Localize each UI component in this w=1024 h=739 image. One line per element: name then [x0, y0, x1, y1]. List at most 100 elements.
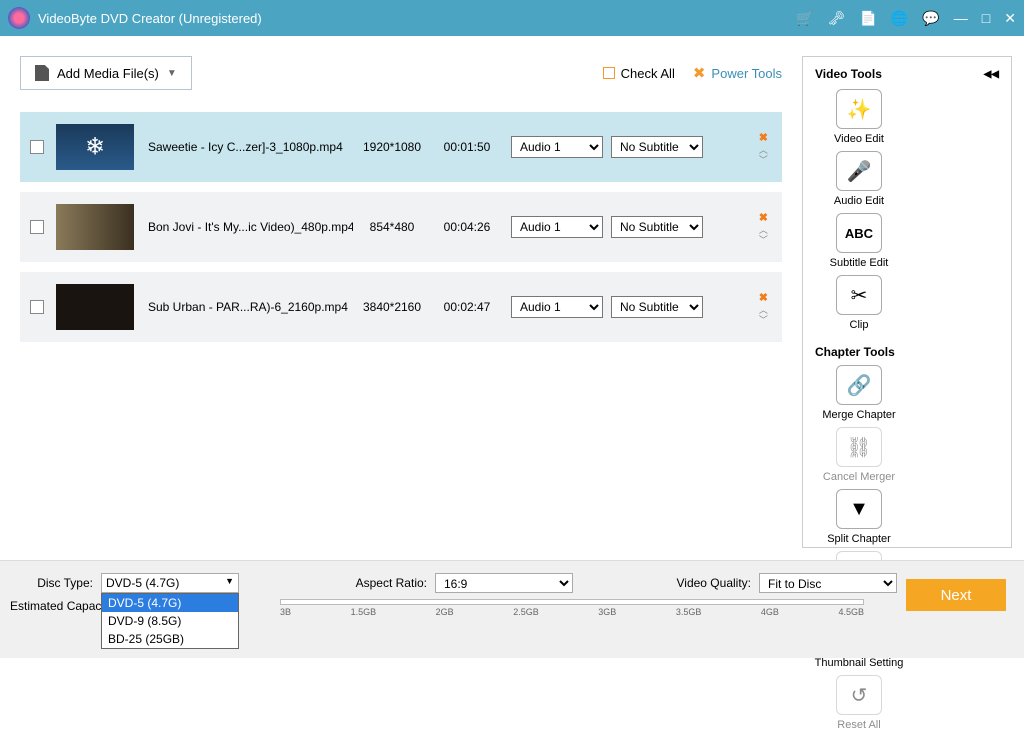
tool-reset-all: ↺ Reset All — [813, 675, 905, 731]
move-down-icon[interactable]: ﹀ — [759, 236, 768, 244]
key-icon[interactable]: 🗝 — [828, 10, 846, 27]
file-row[interactable]: Sub Urban - PAR...RA)-6_2160p.mp4 3840*2… — [20, 272, 782, 342]
capacity-tick: 3.5GB — [676, 607, 702, 617]
close-icon[interactable]: ✕ — [1004, 10, 1016, 27]
wrench-icon: ✖ — [693, 64, 706, 82]
capacity-tick: 2.5GB — [513, 607, 539, 617]
tool-icon: ▼ — [836, 489, 882, 529]
tool-icon: ABC — [836, 213, 882, 253]
tool-icon: ↺ — [836, 675, 882, 715]
file-icon — [35, 65, 49, 81]
tool-icon: 🎤 — [836, 151, 882, 191]
globe-icon[interactable]: 🌐 — [891, 10, 908, 27]
file-name: Saweetie - Icy C...zer]-3_1080p.mp4 — [148, 140, 353, 154]
remove-icon[interactable]: ✖ — [759, 131, 768, 144]
file-name: Bon Jovi - It's My...ic Video)_480p.mp4 — [148, 220, 353, 234]
remove-icon[interactable]: ✖ — [759, 291, 768, 304]
aspect-ratio-label: Aspect Ratio: — [297, 576, 427, 590]
add-media-button[interactable]: Add Media File(s) ▼ — [20, 56, 192, 90]
feedback-icon[interactable]: 💬 — [922, 10, 939, 27]
disc-option[interactable]: DVD-9 (8.5G) — [102, 612, 238, 630]
tool-merge-chapter[interactable]: 🔗 Merge Chapter — [813, 365, 905, 421]
audio-select[interactable]: Audio 1 — [511, 136, 603, 158]
disc-type-dropdown: DVD-5 (4.7G) DVD-9 (8.5G) BD-25 (25GB) — [101, 593, 239, 649]
duration: 00:02:47 — [431, 300, 503, 314]
tool-label: Subtitle Edit — [830, 257, 889, 269]
app-logo-icon — [8, 7, 30, 29]
duration: 00:01:50 — [431, 140, 503, 154]
resolution: 3840*2160 — [353, 300, 431, 314]
tool-cancel-merger: ⛓ Cancel Merger — [813, 427, 905, 483]
duration: 00:04:26 — [431, 220, 503, 234]
tool-icon: ✨ — [836, 89, 882, 129]
power-tools-button[interactable]: ✖ Power Tools — [693, 64, 782, 82]
capacity-bar — [280, 599, 864, 605]
remove-icon[interactable]: ✖ — [759, 211, 768, 224]
row-checkbox[interactable] — [30, 300, 44, 314]
capacity-tick: 1.5GB — [351, 607, 377, 617]
checkbox-icon — [603, 67, 615, 79]
tool-icon: 🔗 — [836, 365, 882, 405]
next-button[interactable]: Next — [906, 579, 1006, 611]
tool-label: Thumbnail Setting — [815, 657, 904, 669]
tool-label: Cancel Merger — [823, 471, 895, 483]
disc-option[interactable]: BD-25 (25GB) — [102, 630, 238, 648]
audio-select[interactable]: Audio 1 — [511, 216, 603, 238]
capacity-tick: 2GB — [436, 607, 454, 617]
tool-label: Merge Chapter — [822, 409, 895, 421]
file-name: Sub Urban - PAR...RA)-6_2160p.mp4 — [148, 300, 353, 314]
tool-split-chapter[interactable]: ▼ Split Chapter — [813, 489, 905, 545]
minimize-icon[interactable]: — — [954, 10, 968, 26]
tool-label: Video Edit — [834, 133, 884, 145]
tool-subtitle-edit[interactable]: ABC Subtitle Edit — [813, 213, 905, 269]
window-title: VideoByte DVD Creator (Unregistered) — [38, 11, 796, 26]
cart-icon[interactable]: 🛒 — [796, 10, 813, 27]
tool-label: Split Chapter — [827, 533, 891, 545]
resolution: 1920*1080 — [353, 140, 431, 154]
disc-type-select[interactable]: DVD-5 (4.7G)▼ — [101, 573, 239, 593]
add-media-label: Add Media File(s) — [57, 66, 159, 81]
move-up-icon[interactable]: ︿ — [759, 146, 768, 154]
file-row[interactable]: Saweetie - Icy C...zer]-3_1080p.mp4 1920… — [20, 112, 782, 182]
row-checkbox[interactable] — [30, 140, 44, 154]
video-thumbnail[interactable] — [56, 124, 134, 170]
subtitle-select[interactable]: No Subtitle — [611, 296, 703, 318]
disc-option[interactable]: DVD-5 (4.7G) — [102, 594, 238, 612]
subtitle-select[interactable]: No Subtitle — [611, 136, 703, 158]
file-list: Saweetie - Icy C...zer]-3_1080p.mp4 1920… — [20, 112, 782, 342]
chapter-tools-title: Chapter Tools — [809, 339, 1005, 365]
tool-label: Audio Edit — [834, 195, 884, 207]
row-checkbox[interactable] — [30, 220, 44, 234]
video-quality-select[interactable]: Fit to Disc — [759, 573, 897, 593]
tool-icon: ✂ — [836, 275, 882, 315]
file-row[interactable]: Bon Jovi - It's My...ic Video)_480p.mp4 … — [20, 192, 782, 262]
tool-label: Clip — [850, 319, 869, 331]
video-quality-label: Video Quality: — [621, 576, 751, 590]
capacity-tick: 4.5GB — [838, 607, 864, 617]
tool-video-edit[interactable]: ✨ Video Edit — [813, 89, 905, 145]
tool-label: Reset All — [837, 719, 880, 731]
move-down-icon[interactable]: ﹀ — [759, 156, 768, 164]
move-up-icon[interactable]: ︿ — [759, 306, 768, 314]
move-up-icon[interactable]: ︿ — [759, 226, 768, 234]
power-tools-label: Power Tools — [711, 66, 782, 81]
disc-type-label: Disc Type: — [18, 576, 93, 590]
check-all-toggle[interactable]: Check All — [603, 66, 675, 81]
collapse-icon[interactable]: ◀◀ — [984, 69, 999, 80]
video-thumbnail[interactable] — [56, 204, 134, 250]
capacity-tick: 3B — [280, 607, 291, 617]
subtitle-select[interactable]: No Subtitle — [611, 216, 703, 238]
dropdown-caret-icon: ▼ — [167, 68, 177, 79]
tool-audio-edit[interactable]: 🎤 Audio Edit — [813, 151, 905, 207]
maximize-icon[interactable]: □ — [982, 10, 990, 26]
check-all-label: Check All — [621, 66, 675, 81]
video-thumbnail[interactable] — [56, 284, 134, 330]
capacity-tick: 3GB — [598, 607, 616, 617]
aspect-ratio-select[interactable]: 16:9 — [435, 573, 573, 593]
audio-select[interactable]: Audio 1 — [511, 296, 603, 318]
document-icon[interactable]: 📄 — [859, 10, 876, 27]
capacity-tick: 4GB — [761, 607, 779, 617]
tool-clip[interactable]: ✂ Clip — [813, 275, 905, 331]
tool-icon: ⛓ — [836, 427, 882, 467]
move-down-icon[interactable]: ﹀ — [759, 316, 768, 324]
